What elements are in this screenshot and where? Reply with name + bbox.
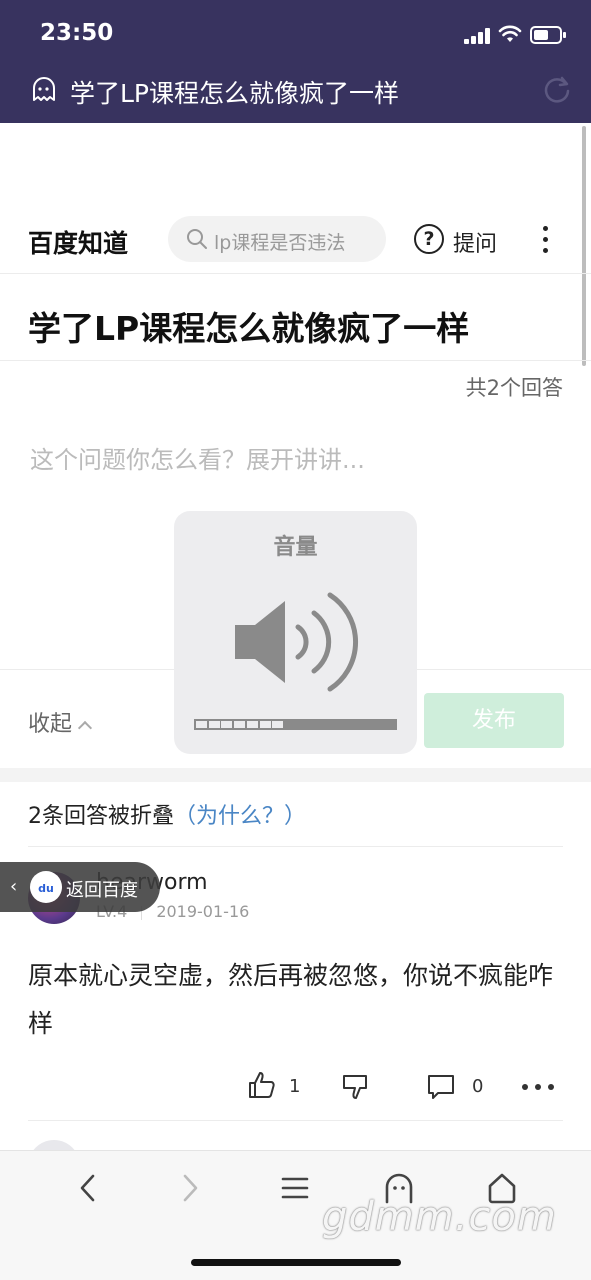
why-link[interactable]: （为什么？） <box>174 804 306 829</box>
volume-segment <box>234 721 246 728</box>
ask-label: 提问 <box>453 232 498 257</box>
answer-actions: 1 0 <box>0 1066 591 1106</box>
more-menu-icon[interactable] <box>538 226 554 256</box>
reload-icon[interactable] <box>542 74 572 104</box>
collapse-label: 收起 <box>28 712 73 737</box>
back-arrow-icon[interactable] <box>74 1171 102 1205</box>
comment-count: 0 <box>472 1076 484 1097</box>
ghost-icon <box>33 77 55 101</box>
collapse-button[interactable]: 收起 <box>28 706 93 738</box>
back-to-baidu-button[interactable]: ‹ du 返回百度 <box>0 862 160 912</box>
more-options-icon[interactable] <box>522 1084 554 1090</box>
volume-segment <box>196 721 207 728</box>
volume-segment <box>259 721 271 728</box>
speaker-icon <box>235 592 359 692</box>
answer-content: 原本就心灵空虚，然后再被忽悠，你说不疯能咋样 <box>28 961 554 1038</box>
folded-text: 2条回答被折叠 <box>28 804 174 829</box>
comment-icon[interactable] <box>426 1072 456 1102</box>
search-placeholder: lp课程是否违法 <box>214 232 346 254</box>
section-gap <box>0 768 591 782</box>
baidu-paw-icon: du <box>30 871 62 903</box>
watermark: gdmm.com <box>322 1194 557 1240</box>
ask-question-button[interactable]: ? 提问 <box>414 224 504 257</box>
home-indicator[interactable] <box>191 1259 401 1266</box>
cellular-signal-icon <box>464 28 492 44</box>
folded-answers-notice: 2条回答被折叠（为什么？） <box>28 798 306 830</box>
back-to-baidu-label: 返回百度 <box>66 880 138 901</box>
thumbs-down-icon[interactable] <box>340 1072 370 1102</box>
divider <box>28 1120 563 1121</box>
divider <box>0 360 591 361</box>
answer-date: 2019-01-16 <box>156 902 250 921</box>
volume-segment <box>221 721 233 728</box>
volume-segment <box>272 721 284 728</box>
answer-count: 共2个回答 <box>465 376 563 400</box>
site-logo[interactable]: 百度知道 <box>28 224 128 260</box>
volume-segment <box>208 721 220 728</box>
divider <box>28 846 563 847</box>
thumbs-up-icon[interactable] <box>246 1070 276 1100</box>
volume-segment <box>246 721 258 728</box>
chevron-left-icon: ‹ <box>10 876 18 897</box>
search-input[interactable]: lp课程是否违法 <box>168 216 386 262</box>
site-header: 百度知道 lp课程是否违法 ? 提问 <box>0 210 591 274</box>
forward-arrow-icon[interactable] <box>176 1171 204 1205</box>
publish-button[interactable]: 发布 <box>424 693 564 748</box>
status-bar: 23:50 <box>0 0 591 66</box>
status-time: 23:50 <box>40 20 114 46</box>
like-count: 1 <box>289 1076 301 1097</box>
chevron-up-icon <box>77 720 93 736</box>
menu-icon[interactable] <box>280 1171 310 1205</box>
search-icon <box>187 229 207 249</box>
wifi-icon <box>498 25 522 42</box>
volume-title: 音量 <box>273 535 318 560</box>
battery-icon <box>530 26 566 44</box>
browser-title-bar: 学了LP课程怎么就像疯了一样 <box>0 66 591 123</box>
question-title: 学了LP课程怎么就像疯了一样 <box>28 309 470 348</box>
volume-level-bar <box>194 719 397 730</box>
volume-hud: 音量 <box>174 511 417 754</box>
page-title: 学了LP课程怎么就像疯了一样 <box>70 79 400 108</box>
answer-editor[interactable]: 这个问题你怎么看？展开讲讲... <box>30 440 365 475</box>
question-mark-icon: ? <box>414 224 444 254</box>
